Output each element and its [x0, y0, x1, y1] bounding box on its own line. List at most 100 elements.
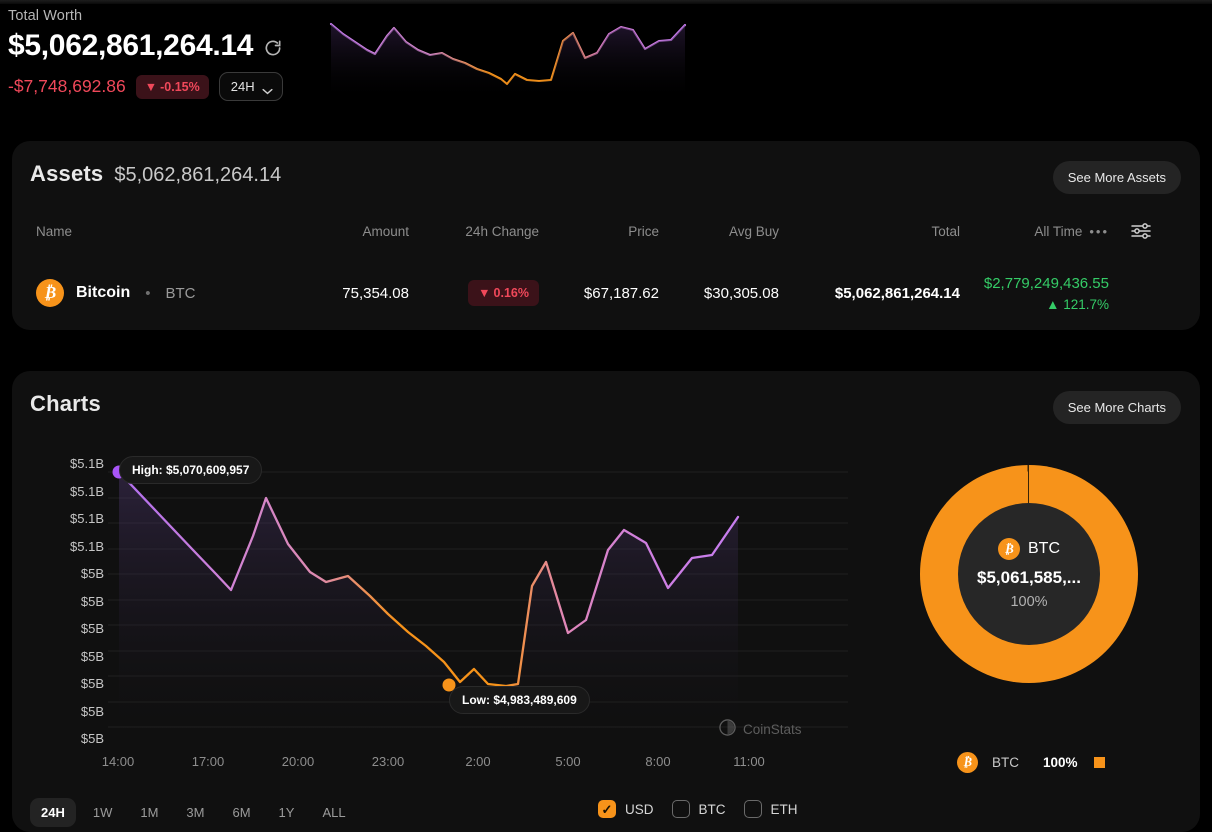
chart-area-fill — [119, 472, 738, 746]
low-tooltip: Low: $4,983,489,609 — [449, 686, 590, 714]
legend-color-swatch — [1093, 757, 1105, 768]
x-tick: 8:00 — [645, 754, 671, 769]
donut-center-header: ₿ BTC — [998, 538, 1060, 560]
total-worth-block: Total Worth $5,062,861,264.14 -$7,748,69… — [8, 8, 283, 101]
assets-table: Name Amount 24h Change Price Avg Buy Tot… — [12, 219, 1200, 319]
range-button-all[interactable]: ALL — [311, 798, 356, 827]
currency-option-btc[interactable]: BTC — [671, 800, 726, 818]
change-arrow-icon: ▼ — [478, 286, 491, 300]
checkbox-btc[interactable] — [671, 800, 690, 818]
column-header-amount: Amount — [362, 223, 409, 239]
see-more-charts-button[interactable]: See More Charts — [1052, 391, 1181, 424]
x-axis-labels: 14:00 17:00 20:00 23:00 2:00 5:00 8:00 1… — [102, 754, 836, 774]
header-range-dropdown[interactable]: 24H — [218, 72, 283, 101]
refresh-icon[interactable] — [263, 38, 283, 58]
change-percent-badge: ▼ -0.15% — [135, 74, 209, 99]
donut-center-ticker: BTC — [1028, 540, 1060, 557]
donut-legend: ₿ BTC 100% — [957, 752, 1105, 773]
assets-table-header: Name Amount 24h Change Price Avg Buy Tot… — [12, 219, 1200, 243]
assets-title: Assets — [30, 161, 104, 186]
asset-avg-buy: $30,305.08 — [703, 284, 779, 302]
asset-total: $5,062,861,264.14 — [834, 284, 960, 302]
bitcoin-icon: ₿ — [36, 279, 64, 307]
table-settings-cell[interactable] — [1117, 222, 1165, 240]
checkbox-eth[interactable] — [743, 800, 762, 818]
asset-separator: • — [145, 284, 151, 302]
currency-selector[interactable]: USD BTC ETH — [598, 800, 798, 818]
coinstats-logo-icon — [719, 719, 736, 739]
total-worth-value: $5,062,861,264.14 — [8, 29, 254, 62]
column-header-avg-buy: Avg Buy — [728, 223, 779, 239]
bitcoin-icon: ₿ — [998, 538, 1020, 560]
legend-ticker: BTC — [992, 755, 1019, 770]
y-tick: $5B — [80, 621, 104, 636]
change-row: -$7,748,692.86 ▼ -0.15% 24H — [8, 72, 283, 101]
status-badge: ▼ 0.16% — [468, 280, 539, 306]
charts-card: Charts See More Charts $5.1B $5.1B $5.1B… — [12, 371, 1200, 832]
coinstats-watermark: CoinStats — [719, 719, 802, 739]
column-header-all-time[interactable]: All Time ••• — [977, 224, 1117, 239]
charts-title: Charts — [30, 391, 101, 416]
chevron-down-icon — [262, 83, 273, 95]
column-header-total: Total — [931, 223, 960, 239]
watermark-label: CoinStats — [743, 721, 802, 737]
allocation-donut-chart[interactable]: ₿ BTC $5,061,585,... 100% — [920, 465, 1138, 683]
asset-all-time-value: $2,779,249,436.55 — [983, 274, 1109, 292]
donut-center-value: $5,061,585,... — [977, 568, 1081, 587]
asset-name-cell[interactable]: ₿ Bitcoin • BTC — [12, 279, 312, 307]
range-button-1w[interactable]: 1W — [82, 798, 124, 827]
currency-label-eth: ETH — [770, 801, 798, 817]
column-header-24h-change: 24h Change — [465, 223, 539, 239]
total-worth-label: Total Worth — [8, 8, 83, 24]
total-worth-row: $5,062,861,264.14 — [8, 29, 283, 63]
asset-all-time-cell: $2,779,249,436.55 ▲ 121.7% — [977, 275, 1117, 312]
x-tick: 20:00 — [281, 754, 315, 769]
column-header-name: Name — [36, 223, 73, 239]
asset-24h-change-cell: ▼ 0.16% — [422, 280, 557, 306]
bitcoin-icon: ₿ — [957, 752, 978, 773]
sliders-icon[interactable] — [1130, 222, 1152, 240]
range-button-1m[interactable]: 1M — [129, 798, 169, 827]
all-time-pct-value: 121.7% — [1063, 296, 1109, 312]
x-tick: 2:00 — [465, 754, 491, 769]
currency-option-usd[interactable]: USD — [598, 800, 654, 818]
y-tick: $5.1B — [70, 456, 104, 471]
change-absolute: -$7,748,692.86 — [8, 76, 126, 96]
range-button-1y[interactable]: 1Y — [268, 798, 306, 827]
y-tick: $5B — [80, 731, 104, 746]
x-tick: 17:00 — [191, 754, 225, 769]
assets-card-header: Assets $5,062,861,264.14 — [30, 161, 281, 187]
range-button-6m[interactable]: 6M — [221, 798, 261, 827]
y-tick: $5B — [80, 593, 104, 609]
currency-option-eth[interactable]: ETH — [743, 800, 798, 818]
asset-ticker: BTC — [165, 284, 196, 302]
x-tick: 11:00 — [733, 754, 765, 769]
donut-center: ₿ BTC $5,061,585,... 100% — [958, 503, 1100, 645]
all-time-label: All Time — [1034, 223, 1083, 239]
x-tick: 23:00 — [371, 754, 405, 769]
checkbox-usd[interactable] — [598, 800, 616, 818]
see-more-assets-button[interactable]: See More Assets — [1052, 161, 1181, 194]
currency-label-btc: BTC — [698, 801, 726, 817]
donut-center-percent: 100% — [1010, 594, 1048, 610]
assets-subtotal: $5,062,861,264.14 — [114, 164, 282, 186]
range-button-24h[interactable]: 24H — [30, 798, 76, 827]
column-header-price: Price — [628, 223, 659, 239]
asset-change-percent: 0.16% — [493, 286, 529, 300]
y-tick: $5.1B — [70, 483, 104, 499]
asset-price: $67,187.62 — [583, 284, 659, 302]
all-time-arrow-icon: ▲ — [1046, 296, 1060, 312]
ellipsis-icon: ••• — [1089, 223, 1109, 239]
change-percent-value: -0.15% — [160, 79, 200, 94]
table-row[interactable]: ₿ Bitcoin • BTC 75,354.08 ▼ 0.16% $67,18… — [12, 267, 1200, 319]
asset-name: Bitcoin — [76, 284, 131, 301]
header-range-value: 24H — [230, 79, 255, 94]
header-sparkline — [323, 12, 696, 97]
charts-card-header: Charts — [30, 391, 101, 417]
legend-percent: 100% — [1043, 755, 1078, 770]
assets-card: Assets $5,062,861,264.14 See More Assets… — [12, 141, 1200, 330]
y-tick: $5B — [80, 676, 104, 691]
time-range-selector[interactable]: 24H 1W 1M 3M 6M 1Y ALL — [30, 798, 357, 827]
asset-amount: 75,354.08 — [342, 284, 409, 302]
range-button-3m[interactable]: 3M — [175, 798, 215, 827]
